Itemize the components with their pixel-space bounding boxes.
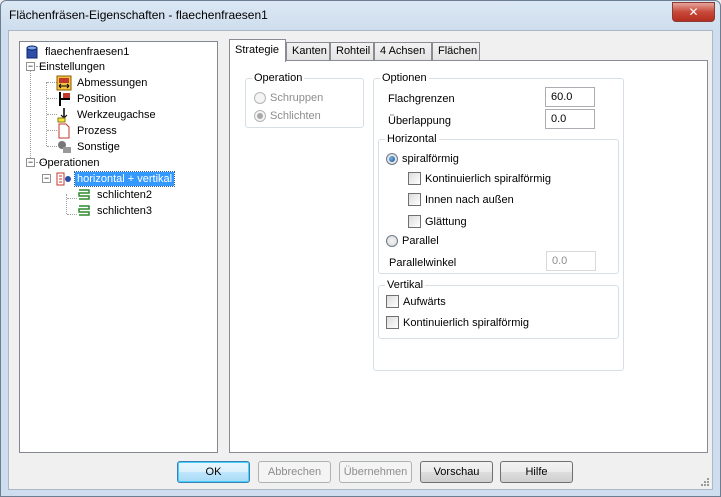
- tree-item-position[interactable]: Position: [56, 91, 118, 107]
- document-icon: [56, 123, 72, 139]
- glaettung-checkbox-box[interactable]: [408, 215, 421, 228]
- kontinuierlich-checkbox[interactable]: Kontinuierlich spiralförmig: [408, 172, 551, 185]
- window-title: Flächenfräsen-Eigenschaften - flaechenfr…: [9, 8, 268, 22]
- tree-line: [30, 66, 31, 162]
- schlichten-radio[interactable]: Schlichten: [254, 110, 321, 122]
- flachgrenzen-label: Flachgrenzen: [388, 93, 455, 105]
- options-groupbox: Optionen Flachgrenzen 60.0 Überlappung 0…: [373, 72, 624, 371]
- tree-item-schlichten3[interactable]: schlichten3: [76, 203, 154, 219]
- close-button[interactable]: ✕: [672, 2, 715, 22]
- aufwaerts-label: Aufwärts: [403, 295, 446, 308]
- settings-tree[interactable]: flaechenfraesen1 − Einstellungen Abmessu…: [19, 41, 218, 453]
- schlichten-label: Schlichten: [270, 110, 321, 122]
- ueberlappung-label: Überlappung: [388, 115, 451, 127]
- shapes-icon: [56, 139, 72, 155]
- parallelwinkel-label: Parallelwinkel: [389, 257, 457, 269]
- tool-axis-icon: [56, 107, 72, 123]
- tree-label-operations: Operationen: [39, 157, 100, 169]
- tree-item-operation-group[interactable]: horizontal + vertikal: [56, 171, 176, 187]
- vertikal-kontinuierlich-checkbox-box[interactable]: [386, 316, 399, 329]
- operation-group-title: Operation: [252, 72, 305, 84]
- horizontal-groupbox: Horizontal spiralförmig Kontinuierlich s…: [378, 133, 619, 274]
- strategie-tab-page: Operation Schruppen Schlichten Optionen …: [229, 60, 708, 453]
- tab-flaechen[interactable]: Flächen: [432, 42, 480, 61]
- glaettung-checkbox[interactable]: Glättung: [408, 215, 467, 228]
- collapse-toggle-settings[interactable]: −: [26, 62, 35, 71]
- parallel-radio-circle[interactable]: [386, 235, 398, 247]
- vorschau-button[interactable]: Vorschau: [420, 461, 493, 483]
- operation-groupbox: Operation Schruppen Schlichten: [245, 72, 364, 128]
- tree-label-settings: Einstellungen: [39, 61, 106, 73]
- schlichten-radio-circle[interactable]: [254, 110, 266, 122]
- title-bar[interactable]: Flächenfräsen-Eigenschaften - flaechenfr…: [1, 1, 720, 28]
- tree-item-operations[interactable]: Operationen: [37, 155, 102, 171]
- tree-item-root[interactable]: flaechenfraesen1: [24, 44, 131, 60]
- tree-item-abmessungen[interactable]: Abmessungen: [56, 75, 149, 91]
- schruppen-radio-circle[interactable]: [254, 92, 266, 104]
- collapse-toggle-operations[interactable]: −: [26, 158, 35, 167]
- kontinuierlich-label: Kontinuierlich spiralförmig: [425, 172, 551, 185]
- kontinuierlich-checkbox-box[interactable]: [408, 172, 421, 185]
- tab-strategie[interactable]: Strategie: [229, 39, 286, 62]
- spiral-radio-circle[interactable]: [386, 153, 398, 165]
- spiral-radio[interactable]: spiralförmig: [386, 153, 459, 165]
- aufwaerts-checkbox-box[interactable]: [386, 295, 399, 308]
- part-icon: [24, 44, 40, 60]
- abbrechen-button[interactable]: Abbrechen: [258, 461, 331, 483]
- ok-button[interactable]: OK: [177, 461, 250, 483]
- tree-label-prozess: Prozess: [77, 125, 117, 137]
- tree-label-operation-group: horizontal + vertikal: [73, 171, 176, 187]
- finishing-op-icon: [76, 187, 92, 203]
- spiral-label: spiralförmig: [402, 153, 459, 165]
- tree-label-abmessungen: Abmessungen: [77, 77, 148, 89]
- close-icon: ✕: [688, 5, 699, 19]
- dialog-client: flaechenfraesen1 − Einstellungen Abmessu…: [8, 30, 713, 490]
- flachgrenzen-input[interactable]: 60.0: [545, 87, 595, 107]
- tab-rohteil[interactable]: Rohteil: [330, 42, 374, 61]
- tree-item-sonstige[interactable]: Sonstige: [56, 139, 122, 155]
- vertical-groupbox: Vertikal Aufwärts Kontinuierlich spiralf…: [378, 279, 619, 339]
- tab-kanten[interactable]: Kanten: [286, 42, 330, 61]
- hilfe-button[interactable]: Hilfe: [500, 461, 573, 483]
- tree-label-sonstige: Sonstige: [77, 141, 120, 153]
- position-icon: [56, 91, 72, 107]
- operation-group-icon: [56, 171, 72, 187]
- uebernehmen-button[interactable]: Übernehmen: [339, 461, 412, 483]
- tree-label-position: Position: [77, 93, 117, 105]
- tree-label-root: flaechenfraesen1: [45, 46, 130, 58]
- tree-label-werkzeugachse: Werkzeugachse: [77, 109, 156, 121]
- tab-4-achsen[interactable]: 4 Achsen: [374, 42, 432, 61]
- parallel-radio[interactable]: Parallel: [386, 235, 439, 247]
- tree-item-settings[interactable]: Einstellungen: [37, 59, 107, 75]
- resize-grip-icon[interactable]: [700, 477, 710, 487]
- vertikal-kontinuierlich-checkbox[interactable]: Kontinuierlich spiralförmig: [386, 316, 529, 329]
- parallelwinkel-input[interactable]: 0.0: [546, 251, 596, 271]
- innen-aussen-checkbox-box[interactable]: [408, 193, 421, 206]
- dimensions-icon: [56, 75, 72, 91]
- tree-label-schlichten3: schlichten3: [97, 205, 153, 217]
- tree-item-schlichten2[interactable]: schlichten2: [76, 187, 154, 203]
- vertical-group-title: Vertikal: [385, 279, 426, 291]
- aufwaerts-checkbox[interactable]: Aufwärts: [386, 295, 446, 308]
- tree-label-schlichten2: schlichten2: [97, 189, 153, 201]
- innen-aussen-label: Innen nach außen: [425, 193, 514, 206]
- ueberlappung-input[interactable]: 0.0: [545, 109, 595, 129]
- collapse-toggle-operation-group[interactable]: −: [42, 174, 51, 183]
- dialog-window: Flächenfräsen-Eigenschaften - flaechenfr…: [0, 0, 721, 497]
- vertikal-kontinuierlich-label: Kontinuierlich spiralförmig: [403, 316, 529, 329]
- tree-item-werkzeugachse[interactable]: Werkzeugachse: [56, 107, 158, 123]
- parallel-label: Parallel: [402, 235, 439, 247]
- schruppen-radio[interactable]: Schruppen: [254, 92, 323, 104]
- options-group-title: Optionen: [380, 72, 429, 84]
- innen-aussen-checkbox[interactable]: Innen nach außen: [408, 193, 514, 206]
- horizontal-group-title: Horizontal: [385, 133, 439, 145]
- tree-line: [66, 194, 67, 214]
- glaettung-label: Glättung: [425, 215, 467, 228]
- finishing-op-icon: [76, 203, 92, 219]
- tree-item-prozess[interactable]: Prozess: [56, 123, 119, 139]
- schruppen-label: Schruppen: [270, 92, 324, 104]
